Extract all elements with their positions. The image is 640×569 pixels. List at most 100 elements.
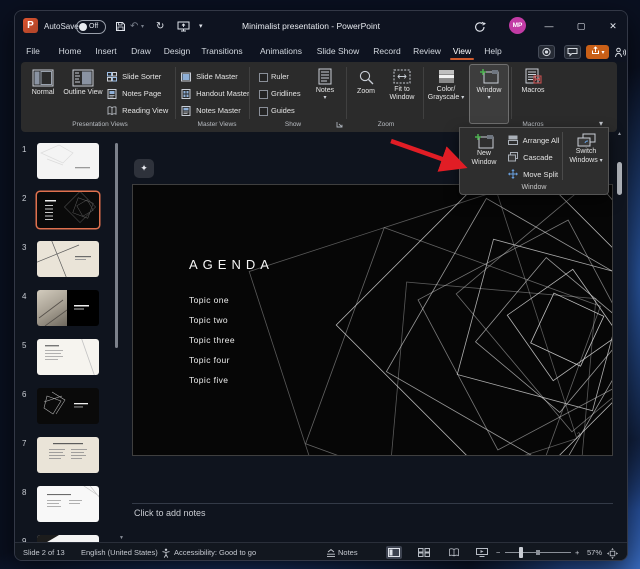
slide-thumbnail-6[interactable]	[37, 388, 99, 424]
notes-pane-placeholder[interactable]: Click to add notes	[134, 508, 206, 518]
present-to-display-icon[interactable]	[177, 21, 190, 32]
slide-scroll-up-icon[interactable]: ▲	[617, 131, 622, 137]
slide-topic[interactable]: Topic three	[189, 335, 235, 345]
tab-slide-show[interactable]: Slide Show	[317, 43, 360, 60]
guides-checkbox[interactable]: Guides	[259, 103, 295, 118]
new-window-button[interactable]: New Window	[464, 131, 504, 183]
slide-sorter-view-toggle[interactable]	[416, 546, 432, 559]
tab-draw[interactable]: Draw	[131, 43, 151, 60]
switch-windows-button[interactable]: Switch Windows ▾	[566, 131, 606, 183]
thumbnail-number: 5	[22, 341, 26, 350]
tab-animations[interactable]: Animations	[260, 43, 302, 60]
redo-icon[interactable]: ↻	[156, 11, 164, 43]
tab-insert[interactable]: Insert	[95, 43, 116, 60]
thumbnail-scrollbar[interactable]	[115, 143, 118, 348]
zoom-slider-thumb[interactable]	[519, 547, 523, 558]
thumbnail-art	[37, 241, 99, 277]
minimize-button[interactable]: —	[534, 11, 564, 41]
slide-scrollbar[interactable]	[617, 162, 622, 195]
outline-view-icon	[72, 69, 94, 87]
ribbon: Normal Outline View Slide Sorter Notes P…	[21, 62, 617, 132]
language-indicator[interactable]: English (United States)	[81, 543, 158, 561]
tab-record[interactable]: Record	[373, 43, 400, 60]
handout-master-button[interactable]: Handout Master	[181, 86, 249, 101]
accessibility-status[interactable]: Accessibility: Good to go	[174, 543, 256, 561]
slide-topic[interactable]: Topic one	[189, 295, 229, 305]
tab-design[interactable]: Design	[164, 43, 190, 60]
slide-show-view-toggle[interactable]	[474, 546, 490, 559]
powerpoint-app-icon: P	[23, 18, 38, 33]
designer-sparkle-button[interactable]: ✦	[134, 159, 154, 178]
share-button[interactable]: ▾	[586, 45, 609, 59]
reading-view-toggle[interactable]	[446, 546, 462, 559]
save-icon[interactable]	[115, 21, 126, 32]
slide-thumbnail-1[interactable]	[37, 143, 99, 179]
arrange-all-menu-item[interactable]: Arrange All	[508, 133, 559, 149]
normal-view-toggle[interactable]	[386, 546, 402, 559]
tab-home[interactable]: Home	[59, 43, 82, 60]
show-group-label: Show	[285, 121, 301, 128]
quick-access-chevron-icon[interactable]: ▾	[199, 11, 203, 43]
comments-button[interactable]	[564, 45, 581, 59]
zoom-out-button[interactable]: −	[496, 543, 500, 561]
fit-to-window-button[interactable]: Fit to Window	[382, 64, 422, 124]
presenter-icon[interactable]	[614, 47, 626, 58]
slide-thumbnail-7[interactable]	[37, 437, 99, 473]
slide-thumbnail-4[interactable]	[37, 290, 99, 326]
share-chevron-icon: ▾	[601, 50, 604, 56]
fit-slide-to-window-icon[interactable]	[607, 548, 618, 559]
show-dialog-launcher-icon[interactable]	[336, 121, 343, 128]
user-avatar[interactable]: MP	[509, 17, 526, 34]
slide-thumbnail-8[interactable]	[37, 486, 99, 522]
slide-thumbnail-2-selected[interactable]	[37, 192, 99, 228]
thumbnail-scroll-down-icon[interactable]: ▼	[119, 535, 124, 541]
notes-master-icon	[181, 106, 191, 116]
normal-view-button[interactable]: Normal	[25, 64, 61, 124]
cascade-menu-item[interactable]: Cascade	[508, 150, 553, 166]
notes-page-button[interactable]: Notes Page	[107, 86, 161, 101]
reading-view-button[interactable]: Reading View	[107, 103, 168, 118]
maximize-button[interactable]: ▢	[566, 11, 596, 41]
zoom-percentage[interactable]: 57%	[587, 543, 602, 561]
outline-view-button[interactable]: Outline View	[63, 64, 103, 124]
slide-canvas[interactable]: AGENDA Topic one Topic two Topic three T…	[132, 184, 613, 456]
handout-master-icon	[181, 89, 191, 99]
slide-topic[interactable]: Topic two	[189, 315, 228, 325]
tab-transitions[interactable]: Transitions	[201, 43, 242, 60]
reading-view-icon	[107, 106, 117, 116]
fit-to-window-icon	[393, 69, 411, 84]
slide-title[interactable]: AGENDA	[189, 257, 274, 272]
undo-chevron-icon[interactable]: ▾	[141, 11, 144, 43]
sync-refresh-icon[interactable]	[473, 20, 487, 34]
move-split-menu-item[interactable]: Move Split	[508, 167, 558, 183]
zoom-button[interactable]: Zoom	[350, 64, 382, 124]
close-button[interactable]: ✕	[598, 11, 628, 41]
flyout-divider	[562, 132, 563, 180]
undo-icon[interactable]: ↶	[130, 11, 138, 43]
autosave-toggle[interactable]: Off	[76, 20, 106, 34]
notes-master-button[interactable]: Notes Master	[181, 103, 241, 118]
slide-topic[interactable]: Topic four	[189, 355, 230, 365]
tab-file[interactable]: File	[26, 43, 40, 60]
thumbnail-number: 7	[22, 439, 26, 448]
notes-toggle-button[interactable]: Notes	[338, 543, 358, 561]
slide-thumbnail-5[interactable]	[37, 339, 99, 375]
slide-master-button[interactable]: Slide Master	[181, 69, 238, 84]
window-button[interactable]: Window ▾	[469, 64, 509, 124]
color-grayscale-button[interactable]: Color/ Grayscale ▾	[425, 64, 467, 124]
macros-button[interactable]: Macros	[514, 64, 552, 124]
slide-thumbnail-3[interactable]	[37, 241, 99, 277]
thumbnail-art	[37, 486, 99, 522]
record-button[interactable]	[538, 45, 555, 59]
notes-pane-divider[interactable]	[132, 503, 613, 504]
ruler-checkbox[interactable]: Ruler	[259, 69, 289, 84]
zoom-in-button[interactable]: +	[575, 543, 579, 561]
accessibility-icon	[161, 548, 171, 558]
slide-counter[interactable]: Slide 2 of 13	[23, 543, 65, 561]
notes-button[interactable]: Notes ▾	[308, 64, 342, 124]
gridlines-checkbox[interactable]: Gridlines	[259, 86, 301, 101]
slide-topic[interactable]: Topic five	[189, 375, 228, 385]
slide-sorter-button[interactable]: Slide Sorter	[107, 69, 161, 84]
tab-help[interactable]: Help	[484, 43, 501, 60]
tab-review[interactable]: Review	[413, 43, 441, 60]
